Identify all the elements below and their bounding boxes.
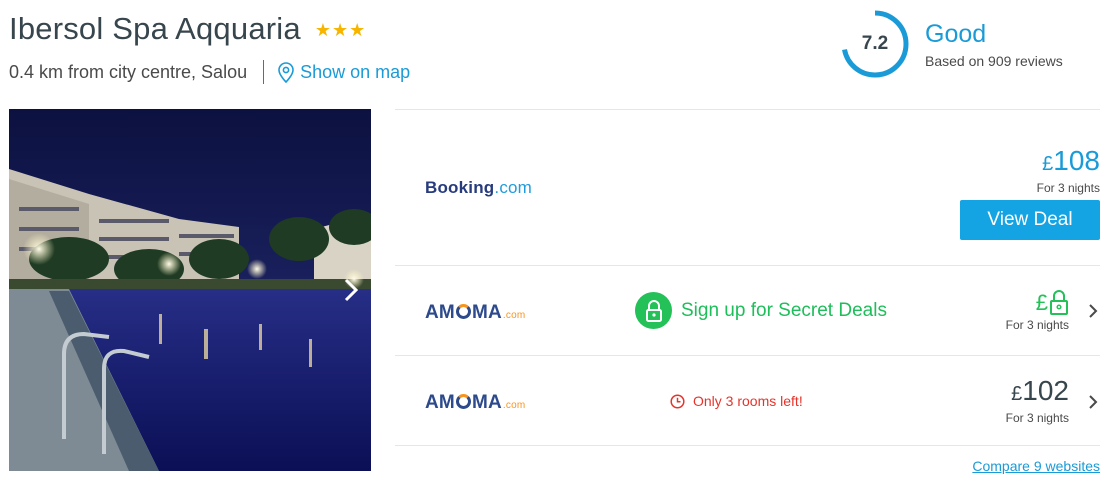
deal-row-booking[interactable]: Booking.com £108 For 3 nights View Deal [395, 109, 1100, 265]
rating-score: 7.2 [861, 33, 889, 54]
show-on-map-label: Show on map [300, 61, 411, 82]
nights-label: For 3 nights [1036, 181, 1100, 195]
deal-price: £102 For 3 nights [1005, 375, 1069, 426]
map-pin-icon [278, 61, 294, 83]
amoma-logo: AM MA.com [425, 392, 525, 414]
pool-night-image [9, 109, 371, 471]
clock-icon [670, 393, 685, 409]
price-value: 102 [1022, 375, 1069, 406]
hotel-photo[interactable] [9, 109, 371, 471]
amoma-o-icon [455, 304, 471, 319]
deal-price: £108 For 3 nights [1036, 145, 1100, 196]
deals-list: Booking.com £108 For 3 nights View Deal … [395, 109, 1100, 446]
secret-deals-label: Sign up for Secret Deals [681, 299, 887, 321]
hotel-header: Ibersol Spa Aqquaria ★ ★ ★ [9, 11, 365, 47]
next-photo-button[interactable] [331, 265, 371, 315]
chevron-right-icon[interactable] [1088, 390, 1098, 416]
currency-symbol: £ [1011, 383, 1023, 405]
compare-websites-link[interactable]: Compare 9 websites [972, 458, 1100, 474]
deal-row-amoma[interactable]: AM MA.com Only 3 rooms left! £102 For 3 n… [395, 355, 1100, 446]
distance-text: 0.4 km from city centre, Salou [9, 61, 248, 82]
secret-deals-signup[interactable]: Sign up for Secret Deals [635, 292, 887, 329]
scarcity-text: Only 3 rooms left! [693, 393, 803, 409]
deal-row-amoma-secret[interactable]: AM MA.com Sign up for Secret Deals £ For… [395, 265, 1100, 355]
star-icon: ★ [349, 20, 366, 40]
currency-symbol: £ [1042, 153, 1054, 175]
divider [263, 60, 265, 84]
location-row: 0.4 km from city centre, Salou Show on m… [9, 60, 410, 84]
show-on-map-link[interactable]: Show on map [278, 62, 410, 83]
currency-symbol: £ [1035, 290, 1048, 315]
provider-name: Booking [425, 178, 495, 197]
provider-name: AM [425, 302, 455, 323]
provider-name-end: MA [471, 392, 502, 413]
star-icon: ★ [331, 20, 349, 40]
padlock-icon [1050, 290, 1068, 315]
chevron-right-icon[interactable] [1088, 299, 1098, 325]
locked-price: £ For 3 nights [1006, 286, 1069, 332]
view-deal-button[interactable]: View Deal [960, 200, 1100, 240]
nights-label: For 3 nights [1005, 318, 1069, 332]
scarcity-notice: Only 3 rooms left! [670, 393, 803, 409]
provider-name-end: MA [471, 302, 502, 323]
rating-widget: 7.2 Good Based on 909 reviews [840, 9, 1063, 79]
star-rating: ★ ★ ★ [315, 21, 365, 39]
review-count: Based on 909 reviews [925, 52, 1063, 69]
star-icon: ★ [314, 20, 331, 40]
lock-icon [635, 292, 672, 329]
provider-suffix: .com [502, 310, 526, 321]
amoma-o-icon [455, 394, 471, 409]
rating-label: Good [925, 19, 987, 48]
hotel-name: Ibersol Spa Aqquaria [9, 11, 301, 46]
chevron-right-icon [344, 278, 359, 302]
rating-ring: 7.2 [840, 9, 910, 79]
provider-name: AM [425, 392, 455, 413]
provider-suffix: .com [502, 400, 526, 411]
nights-label: For 3 nights [1005, 411, 1069, 425]
amoma-logo: AM MA.com [425, 302, 525, 324]
provider-suffix: .com [494, 178, 533, 197]
price-value: 108 [1053, 145, 1100, 176]
booking-logo: Booking.com [425, 178, 532, 198]
